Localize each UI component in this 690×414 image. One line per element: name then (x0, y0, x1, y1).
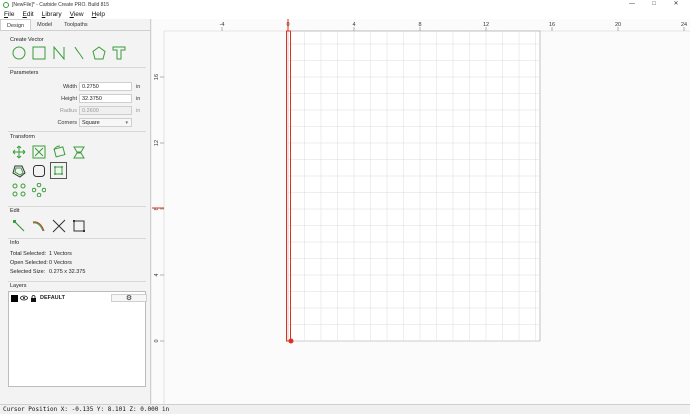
open-selected-value: 0 Vectors (49, 260, 72, 266)
scale-icon[interactable] (30, 143, 47, 160)
radius-unit: in (136, 108, 141, 114)
app-logo-icon (3, 1, 9, 8)
width-unit: in (136, 84, 141, 90)
layer-settings-button[interactable]: ⚙ (111, 294, 147, 302)
rectangle-icon[interactable] (30, 44, 47, 61)
fillet-icon[interactable] (30, 162, 47, 179)
rotate-icon[interactable] (50, 143, 67, 160)
trim-icon[interactable] (50, 217, 67, 234)
offset-icon[interactable] (10, 162, 27, 179)
width-row: Width 0.2750 in (0, 82, 151, 92)
height-unit: in (136, 96, 141, 102)
tab-model[interactable]: Model (31, 19, 58, 30)
width-label: Width (62, 84, 77, 90)
minimize-button[interactable]: — (622, 0, 642, 9)
total-selected-row: Total Selected: 1 Vectors (10, 251, 72, 257)
edit-section: Edit (0, 207, 151, 234)
curve-icon[interactable] (50, 44, 67, 61)
join-icon[interactable] (30, 217, 47, 234)
layer-name: DEFAULT (40, 295, 65, 301)
polyline-icon[interactable] (70, 44, 87, 61)
menu-file[interactable]: File (4, 11, 15, 18)
radius-row: Radius 0.2600 in (0, 106, 151, 116)
mirror-icon[interactable] (70, 143, 87, 160)
boolean-icon[interactable] (70, 217, 87, 234)
menu-library[interactable]: Library (42, 11, 62, 18)
y-ruler-label: 0 (154, 339, 160, 342)
lock-icon[interactable] (30, 294, 37, 302)
tab-design[interactable]: Design (0, 19, 32, 30)
layers-list: DEFAULT ⚙ (8, 291, 147, 387)
edit-title: Edit (10, 208, 20, 214)
height-field[interactable]: 32.3750 (79, 94, 132, 103)
status-bar: Cursor Position X: -0.135 Y: 8.101 Z: 0.… (0, 404, 690, 414)
menu-help[interactable]: Help (92, 11, 105, 18)
node-edit-icon[interactable] (10, 217, 27, 234)
menu-view[interactable]: View (70, 11, 84, 18)
chevron-down-icon: ▾ (125, 120, 128, 126)
design-panel: Design Model Toolpaths Create Vector Par… (0, 19, 151, 404)
open-selected-row: Open Selected: 0 Vectors (10, 260, 72, 266)
width-field[interactable]: 0.2750 (79, 82, 132, 91)
create-vector-title: Create Vector (10, 37, 44, 43)
text-icon[interactable] (110, 44, 127, 61)
layers-title: Layers (10, 283, 27, 289)
title-bar: [NewFile]* - Carbide Create PRO. Build 8… (0, 0, 690, 9)
info-title: Info (10, 240, 20, 246)
radius-label: Radius (59, 108, 77, 114)
corners-row: Corners Square ▾ (0, 118, 151, 128)
canvas-svg[interactable]: -404812162024 1612840 (152, 19, 690, 404)
align-icon[interactable] (50, 162, 67, 179)
info-section: Info (0, 239, 151, 247)
parameters-section: Parameters (0, 69, 151, 77)
selected-size-row: Selected Size: 0.275 x 32.375 (10, 269, 85, 275)
eye-icon[interactable] (20, 295, 28, 301)
gear-icon: ⚙ (125, 295, 133, 302)
maximize-button[interactable]: □ (644, 0, 664, 9)
tab-toolpaths[interactable]: Toolpaths (58, 19, 94, 30)
corners-value: Square (82, 120, 100, 126)
layer-color-swatch[interactable] (11, 294, 18, 302)
circle-icon[interactable] (10, 44, 27, 61)
menu-bar: File Edit Library View Help (0, 9, 690, 19)
polygon-pentagon-icon[interactable] (90, 44, 107, 61)
stock-material[interactable] (287, 30, 541, 342)
cursor-position: Cursor Position X: -0.135 Y: 8.101 Z: 0.… (3, 406, 170, 413)
corners-select[interactable]: Square ▾ (79, 118, 132, 127)
close-button[interactable]: ✕ (666, 0, 686, 9)
selected-size-value: 0.275 x 32.375 (49, 269, 86, 275)
total-selected-value: 1 Vectors (49, 251, 72, 257)
corners-label: Corners (57, 120, 77, 126)
move-icon[interactable] (10, 143, 27, 160)
array-icon[interactable] (10, 181, 27, 198)
circular-array-icon[interactable] (30, 181, 47, 198)
open-selected-label: Open Selected: (10, 260, 48, 266)
menu-edit[interactable]: Edit (23, 11, 34, 18)
total-selected-label: Total Selected: (10, 251, 47, 257)
y-ruler-label: 16 (154, 74, 160, 80)
panel-tabs: Design Model Toolpaths (0, 19, 150, 31)
transform-title: Transform (10, 134, 35, 140)
parameters-title: Parameters (10, 70, 39, 76)
height-label: Height (61, 96, 77, 102)
layers-section: Layers (0, 282, 151, 290)
layer-row[interactable]: DEFAULT ⚙ (11, 293, 147, 303)
height-row: Height 32.3750 in (0, 94, 151, 104)
design-canvas[interactable]: -404812162024 1612840 (152, 19, 690, 404)
window-title: [NewFile]* - Carbide Create PRO. Build 8… (12, 1, 109, 8)
radius-field: 0.2600 (79, 106, 132, 115)
y-ruler-label: 4 (154, 273, 160, 276)
transform-section: Transform (0, 133, 151, 198)
create-vector-section: Create Vector (0, 36, 151, 61)
y-ruler-label: 12 (154, 140, 160, 146)
selected-size-label: Selected Size: (10, 269, 46, 275)
origin-marker (288, 338, 294, 344)
